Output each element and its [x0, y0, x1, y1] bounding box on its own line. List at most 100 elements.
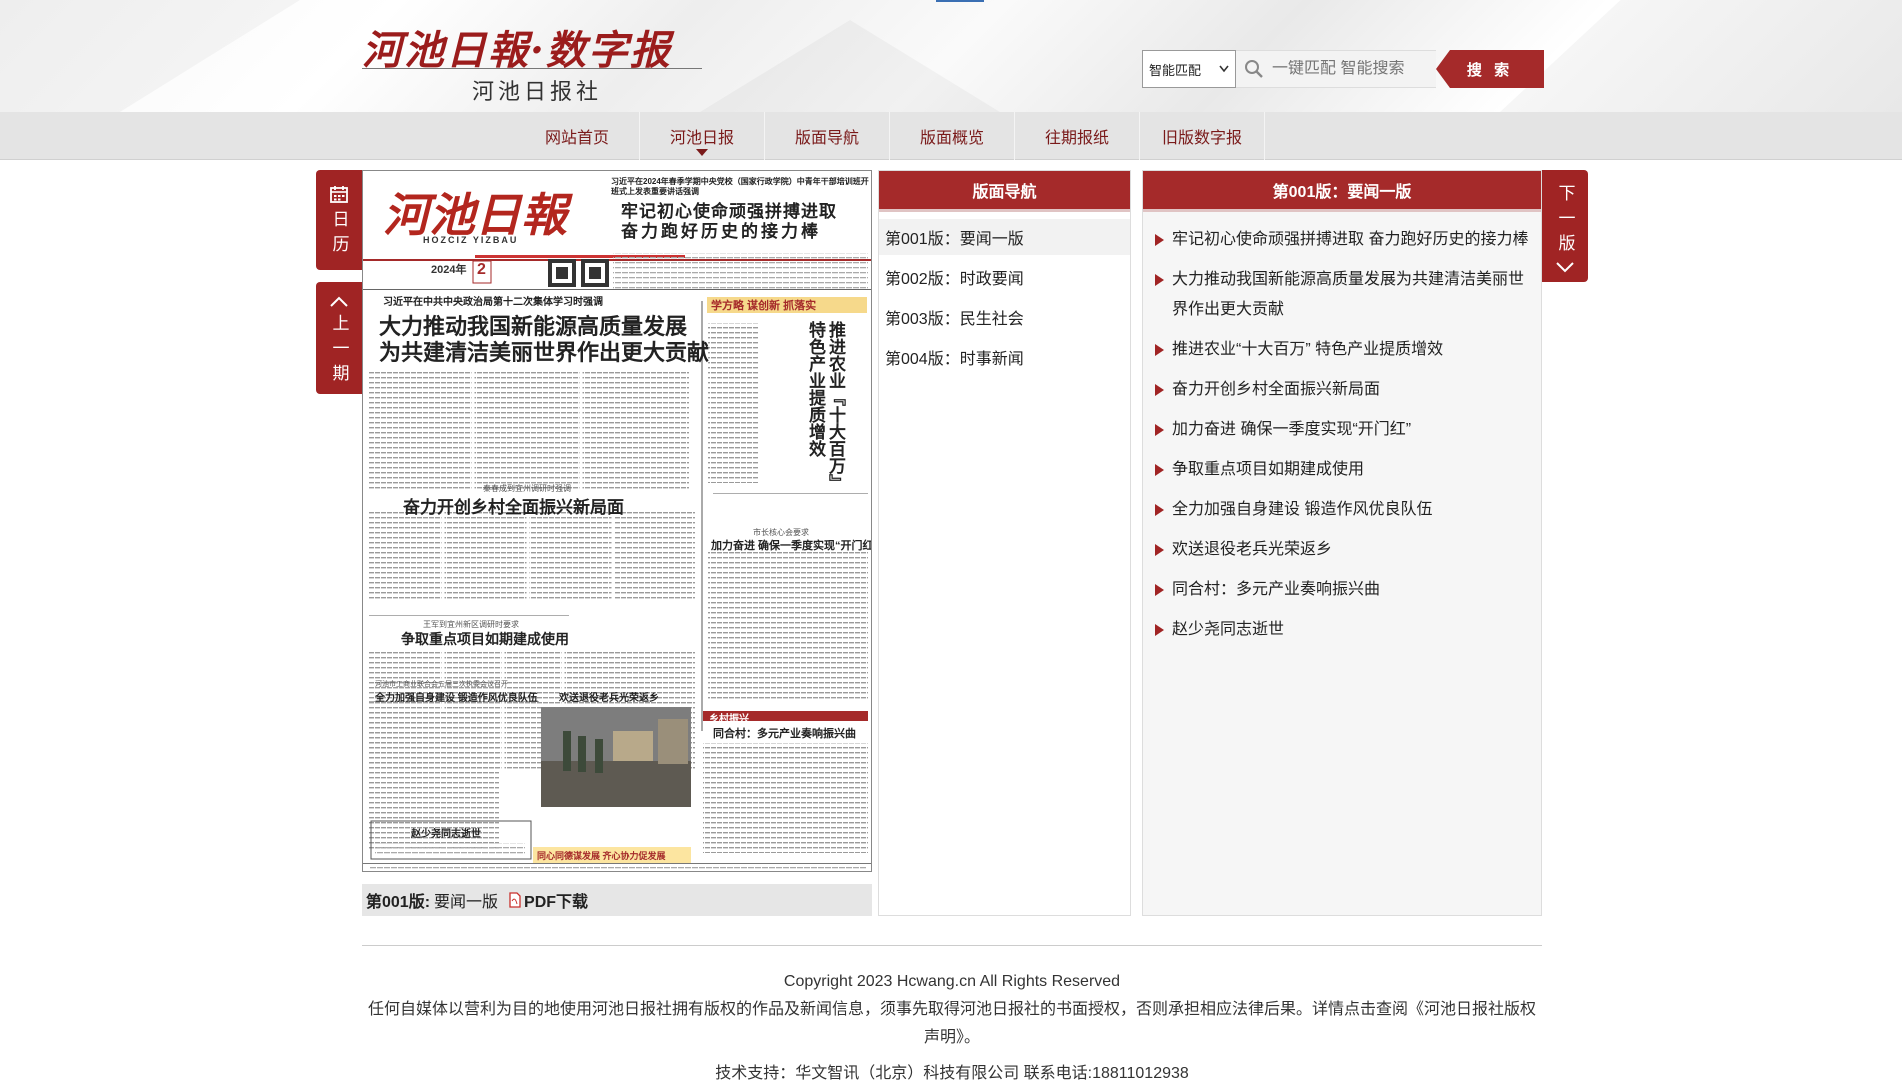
paper-masthead-pinyin: HOZCIZ YIZBAU: [423, 235, 519, 245]
next-page-button[interactable]: 下一版: [1542, 170, 1588, 282]
paper-right-mid-headline: 加力奋进 确保一季度实现“开门红”: [711, 540, 872, 552]
paper-date-day: 2: [477, 261, 486, 278]
nav-home[interactable]: 网站首页: [515, 112, 640, 160]
article-link[interactable]: 奋力开创乡村全面振兴新局面: [1155, 375, 1529, 405]
chevron-down-icon: [1556, 262, 1574, 273]
article-title: 欢送退役老兵光荣返乡: [1172, 541, 1333, 558]
main-nav: 网站首页 河池日报 版面导航 版面概览 往期报纸 旧版数字报: [0, 112, 1902, 160]
paper-photo-caption: 欢送退役老兵光荣返乡: [559, 693, 659, 704]
article-link[interactable]: 全力加强自身建设 锻造作风优良队伍: [1155, 495, 1529, 525]
search-icon: [1245, 60, 1263, 78]
chevron-up-icon: [330, 296, 348, 307]
search-bar: 智能匹配 搜 索: [1142, 50, 1544, 88]
search-button[interactable]: 搜 索: [1436, 50, 1544, 88]
paper-footer-ad: 同心同德谋发展 齐心协力促发展: [537, 851, 666, 861]
paper-top-small: 习近平在2024年春季学期中央党校（国家行政学院）中青年干部培训班开班式上发表重…: [611, 177, 869, 196]
logo-divider: [362, 68, 702, 69]
paper-right-headline: 推进农业『十大百万』特色产业提质增效: [806, 321, 845, 491]
triangle-bullet-icon: [1155, 234, 1164, 246]
paper-bottom-left-small: 河池市工商业联合会五届三次执委会议召开: [375, 681, 508, 688]
article-title: 争取重点项目如期建成使用: [1172, 461, 1365, 478]
paper-top-headline-2: 奋力跑好历史的接力棒: [621, 222, 821, 241]
calendar-icon: [330, 186, 348, 203]
paper-bottom-right-headline: 同合村：多元产业奏响振兴曲: [713, 728, 856, 740]
pdf-download-link[interactable]: PDF下载: [508, 888, 588, 912]
previous-issue-button[interactable]: 上一期: [316, 282, 362, 394]
triangle-bullet-icon: [1155, 464, 1164, 476]
logo-subtitle: 河池日报社: [472, 80, 603, 105]
edition-item-003[interactable]: 第003版：民生社会: [879, 299, 1130, 335]
article-list-title: 第001版：要闻一版: [1143, 171, 1541, 212]
next-page-label: 下一版: [1555, 184, 1575, 259]
article-title: 赵少尧同志逝世: [1172, 621, 1285, 638]
background-shard: [700, 20, 1000, 112]
article-link[interactable]: 争取重点项目如期建成使用: [1155, 455, 1529, 485]
edition-nav-panel: 版面导航 第001版：要闻一版 第002版：时政要闻 第003版：民生社会 第0…: [878, 170, 1131, 916]
article-link[interactable]: 欢送退役老兵光荣返乡: [1155, 535, 1529, 565]
paper-date-year: 2024年: [431, 264, 467, 276]
article-link[interactable]: 加力奋进 确保一季度实现“开门红”: [1155, 415, 1529, 445]
newspaper-page-image[interactable]: 河池日報 HOZCIZ YIZBAU 2024年 2 习近平在2024年春季学期…: [362, 170, 872, 872]
site-logo[interactable]: 河池日報·数字报 河池日报社: [362, 18, 702, 105]
search-input[interactable]: [1272, 60, 1422, 78]
footer-copyright-notice[interactable]: 任何自媒体以营利为目的地使用河池日报社拥有版权的作品及新闻信息，须事先取得河池日…: [362, 996, 1542, 1052]
triangle-bullet-icon: [1155, 504, 1164, 516]
search-mode-value: 智能匹配: [1149, 62, 1202, 78]
pdf-icon: [509, 892, 521, 908]
article-link[interactable]: 赵少尧同志逝世: [1155, 615, 1529, 645]
article-title: 奋力开创乡村全面振兴新局面: [1172, 381, 1381, 398]
article-title: 加力奋进 确保一季度实现“开门红”: [1172, 421, 1412, 438]
article-title: 推进农业“十大百万” 特色产业提质增效: [1172, 341, 1444, 358]
article-title: 牢记初心使命顽强拼搏进取 奋力跑好历史的接力棒: [1172, 231, 1529, 248]
article-title: 全力加强自身建设 锻造作风优良队伍: [1172, 501, 1433, 518]
paper-bottom-right-banner: 乡村振兴: [709, 714, 749, 725]
triangle-bullet-icon: [1155, 624, 1164, 636]
search-mode-select[interactable]: 智能匹配: [1142, 50, 1236, 88]
nav-past-issues[interactable]: 往期报纸: [1015, 112, 1140, 160]
calendar-label: 日历: [329, 210, 349, 260]
footer-copyright: Copyright 2023 Hcwang.cn All Rights Rese…: [783, 973, 1121, 990]
background-shard: [0, 0, 300, 112]
pdf-download-label: PDF下载: [524, 894, 589, 911]
triangle-bullet-icon: [1155, 544, 1164, 556]
triangle-bullet-icon: [1155, 424, 1164, 436]
paper-right-banner: 学方略 谋创新 抓落实: [707, 297, 867, 313]
header-band: [0, 0, 1902, 112]
paper-lead-headline-2: 为共建清洁美丽世界作出更大贡献: [379, 340, 710, 365]
paper-lower-headline: 争取重点项目如期建成使用: [401, 631, 569, 647]
nav-hechi-daily[interactable]: 河池日报: [640, 112, 765, 160]
article-link[interactable]: 同合村：多元产业奏响振兴曲: [1155, 575, 1529, 605]
paper-lead-small: 习近平在中共中央政治局第十二次集体学习时强调: [383, 297, 603, 308]
footer: Copyright 2023 Hcwang.cn All Rights Rese…: [362, 968, 1542, 1080]
article-title: 大力推动我国新能源高质量发展为共建清洁美丽世界作出更大贡献: [1172, 271, 1525, 318]
nav-old-digital[interactable]: 旧版数字报: [1140, 112, 1265, 160]
triangle-bullet-icon: [1155, 344, 1164, 356]
edition-item-004[interactable]: 第004版：时事新闻: [879, 339, 1130, 375]
previous-issue-label: 上一期: [329, 314, 349, 389]
caption-edition-name[interactable]: 要闻一版: [434, 888, 498, 912]
triangle-bullet-icon: [1155, 384, 1164, 396]
paper-caption-bar: 第001版: 要闻一版 PDF下载: [362, 884, 872, 916]
footer-divider: [362, 945, 1542, 946]
article-link[interactable]: 牢记初心使命顽强拼搏进取 奋力跑好历史的接力棒: [1155, 225, 1529, 255]
nav-page-navigation[interactable]: 版面导航: [765, 112, 890, 160]
article-link[interactable]: 推进农业“十大百万” 特色产业提质增效: [1155, 335, 1529, 365]
paper-obituary: 赵少尧同志逝世: [411, 829, 481, 840]
calendar-button[interactable]: 日历: [316, 170, 362, 270]
article-title: 同合村：多元产业奏响振兴曲: [1172, 581, 1381, 598]
article-list-panel: 第001版：要闻一版 牢记初心使命顽强拼搏进取 奋力跑好历史的接力棒 大力推动我…: [1142, 170, 1542, 916]
edition-item-002[interactable]: 第002版：时政要闻: [879, 259, 1130, 295]
paper-mid-headline: 奋力开创乡村全面振兴新局面: [403, 498, 624, 517]
paper-bottom-left-headline: 全力加强自身建设 锻造作风优良队伍: [375, 693, 538, 704]
nav-page-overview[interactable]: 版面概览: [890, 112, 1015, 160]
background-shard: [1500, 0, 1902, 112]
edition-item-001[interactable]: 第001版：要闻一版: [879, 219, 1130, 255]
search-input-wrap: [1236, 50, 1436, 88]
dropdown-caret-icon: [1219, 65, 1229, 73]
top-accent-strip: [936, 0, 984, 2]
article-link[interactable]: 大力推动我国新能源高质量发展为共建清洁美丽世界作出更大贡献: [1155, 265, 1529, 325]
triangle-bullet-icon: [1155, 584, 1164, 596]
triangle-bullet-icon: [1155, 274, 1164, 286]
edition-nav-title: 版面导航: [879, 171, 1130, 212]
footer-tech-support: 技术支持：华文智讯（北京）科技有限公司 联系电话:18811012938: [715, 1065, 1189, 1080]
